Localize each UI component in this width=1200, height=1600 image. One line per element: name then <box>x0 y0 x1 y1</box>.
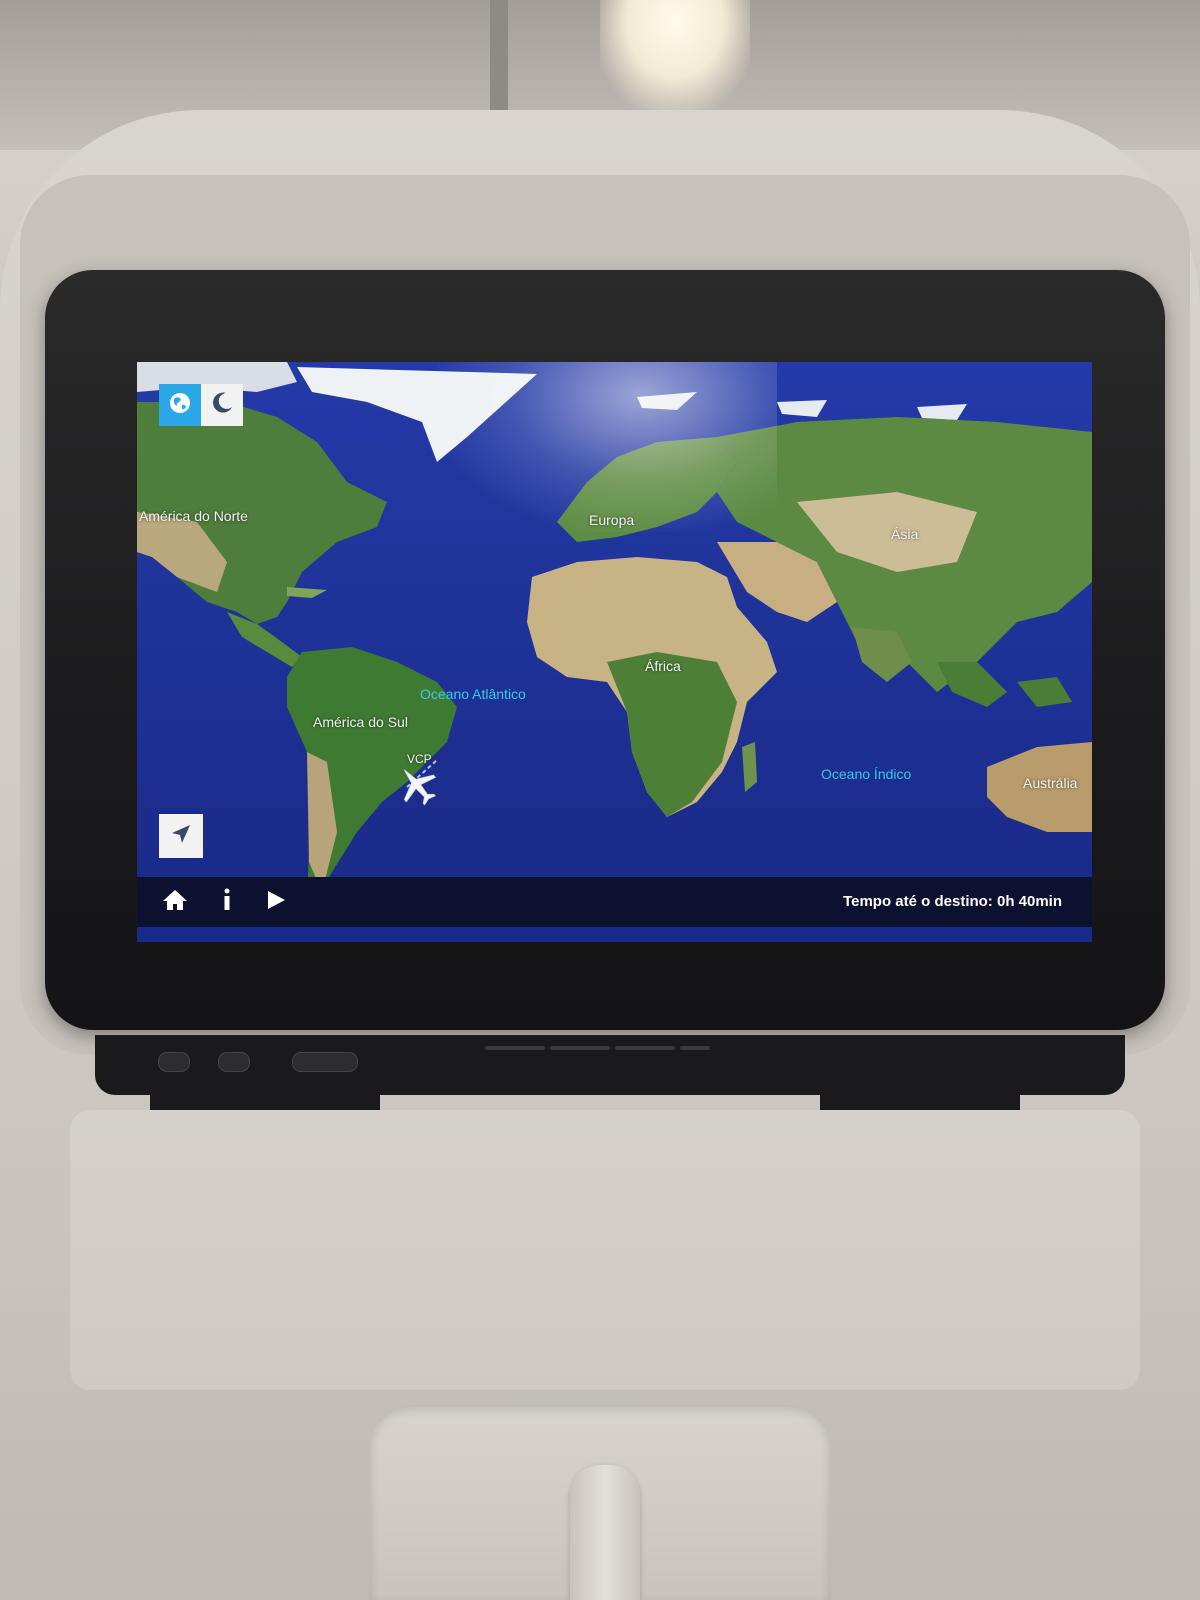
info-button[interactable] <box>214 887 240 917</box>
airplane-icon <box>394 762 440 808</box>
play-icon <box>265 889 287 916</box>
indicator-light <box>680 1046 710 1050</box>
headphone-jack-2[interactable] <box>218 1052 250 1072</box>
indicator-light <box>485 1046 545 1050</box>
indicator-light <box>550 1046 610 1050</box>
ceiling-light <box>600 0 750 110</box>
ife-screen[interactable]: América do Norte Europa Ásia África Amér… <box>137 362 1092 942</box>
headphone-jack[interactable] <box>158 1052 190 1072</box>
label-asia: Ásia <box>891 526 919 542</box>
label-australia: Austrália <box>1023 775 1078 791</box>
label-africa: África <box>645 658 681 674</box>
play-button[interactable] <box>263 889 289 915</box>
usb-port[interactable] <box>292 1052 358 1072</box>
label-atlantic-ocean: Oceano Atlântico <box>420 686 526 702</box>
recenter-button[interactable] <box>159 814 203 858</box>
label-south-america: América do Sul <box>313 714 408 730</box>
home-button[interactable] <box>162 889 188 915</box>
ceiling-seam <box>490 0 508 110</box>
label-europe: Europa <box>589 512 635 528</box>
tray-latch[interactable] <box>570 1465 640 1600</box>
globe-icon <box>168 391 192 420</box>
time-to-destination: Tempo até o destino: 0h 40min <box>843 893 1062 910</box>
home-icon <box>162 888 188 917</box>
navigation-arrow-icon <box>169 822 193 851</box>
indicator-light <box>615 1046 675 1050</box>
night-view-button[interactable] <box>201 384 243 426</box>
globe-view-button[interactable] <box>159 384 201 426</box>
label-indian-ocean: Oceano Índico <box>821 766 912 782</box>
clock-moon-icon <box>209 390 235 421</box>
bottom-toolbar: Tempo até o destino: 0h 40min <box>137 877 1092 927</box>
world-map[interactable] <box>137 362 1092 897</box>
tray-table <box>70 1110 1140 1390</box>
info-icon <box>221 887 233 917</box>
label-north-america: América do Norte <box>139 508 248 524</box>
